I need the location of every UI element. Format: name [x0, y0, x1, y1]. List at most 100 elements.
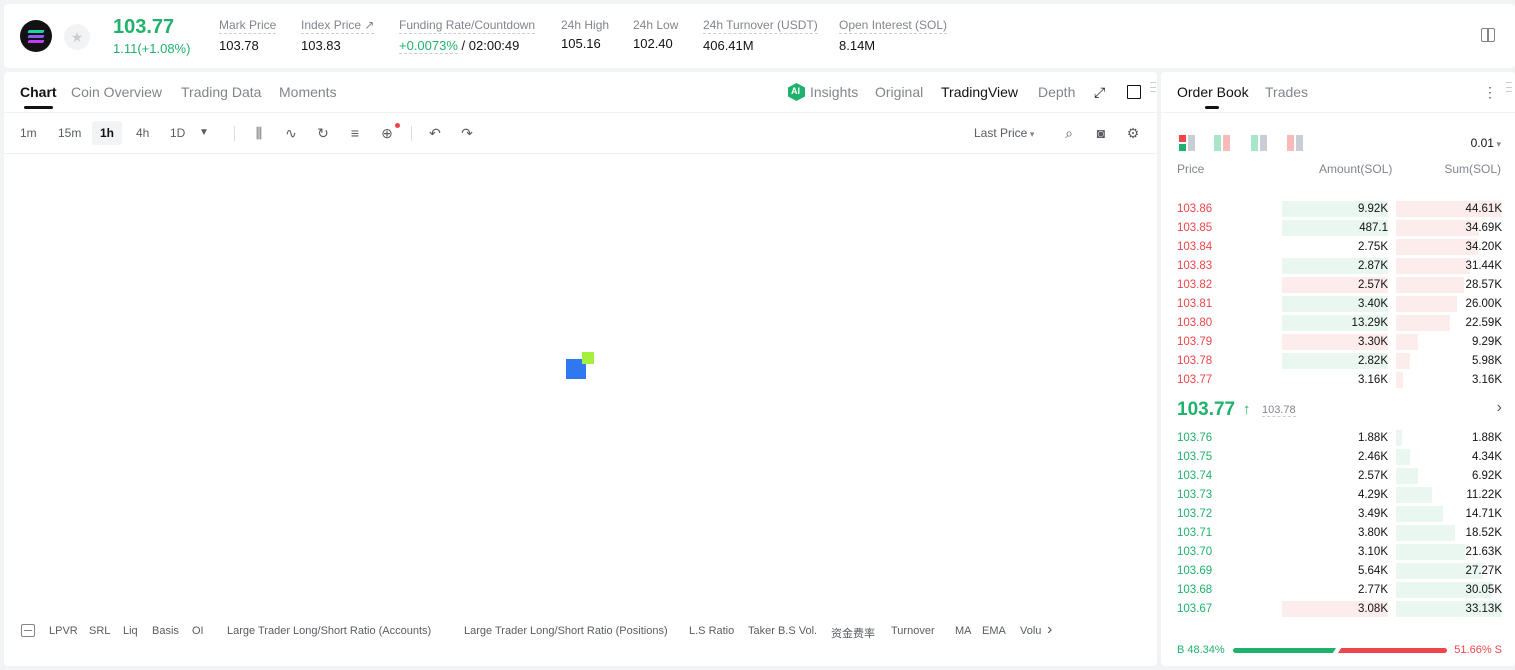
chevron-right-icon[interactable]: ›: [1497, 399, 1502, 417]
indicators-icon[interactable]: ∿: [283, 125, 299, 141]
ask-row[interactable]: 103.86 9.92K 44.61K: [1177, 200, 1502, 218]
tab-tradingview[interactable]: TradingView: [941, 84, 1018, 100]
bid-row[interactable]: 103.68 2.77K 30.05K: [1177, 581, 1502, 599]
row-amount: 2.75K: [1357, 241, 1388, 253]
bid-row[interactable]: 103.76 1.88K 1.88K: [1177, 429, 1502, 447]
book-icon[interactable]: [1481, 28, 1495, 42]
row-amount: 3.80K: [1357, 527, 1388, 539]
bid-row[interactable]: 103.67 3.08K 33.13K: [1177, 600, 1502, 618]
indicator-item[interactable]: Volu: [1020, 625, 1041, 637]
bid-row[interactable]: 103.69 5.64K 27.27K: [1177, 562, 1502, 580]
camera-icon[interactable]: ◙: [1093, 125, 1109, 141]
stat-label[interactable]: Mark Price: [219, 18, 277, 34]
price-source-select[interactable]: Last Price: [974, 126, 1034, 140]
gear-icon[interactable]: ⚙: [1125, 125, 1141, 141]
tab-coin-overview[interactable]: Coin Overview: [71, 84, 162, 100]
row-sum: 1.88K: [1471, 432, 1502, 444]
ask-row[interactable]: 103.79 3.30K 9.29K: [1177, 333, 1502, 351]
ask-row[interactable]: 103.85 487.1 34.69K: [1177, 219, 1502, 237]
view-both-icon[interactable]: [1179, 135, 1195, 151]
sum-depth-bar: [1396, 468, 1418, 484]
view-both-alt-icon[interactable]: [1214, 135, 1230, 151]
stat-24h-turnover: 24h Turnover (USDT) 406.41M: [703, 18, 818, 53]
indicator-item[interactable]: OI: [192, 625, 204, 637]
indicator-item[interactable]: Basis: [152, 625, 179, 637]
indicator-item[interactable]: Turnover: [891, 625, 935, 637]
chevron-right-icon[interactable]: ›: [1047, 621, 1052, 639]
sum-depth-bar: [1396, 353, 1410, 369]
timeframe-dropdown-icon[interactable]: ▼: [196, 125, 212, 141]
row-price: 103.69: [1177, 565, 1213, 577]
stat-label[interactable]: 24h Turnover (USDT): [703, 18, 818, 34]
ask-row[interactable]: 103.78 2.82K 5.98K: [1177, 352, 1502, 370]
ask-row[interactable]: 103.84 2.75K 34.20K: [1177, 238, 1502, 256]
redo-icon[interactable]: ↷: [459, 125, 475, 141]
stat-value: 103.83: [301, 38, 341, 53]
tab-original[interactable]: Original: [875, 84, 923, 100]
indicator-item[interactable]: Large Trader Long/Short Ratio (Accounts): [227, 625, 431, 637]
view-bids-icon[interactable]: [1251, 135, 1267, 151]
row-sum: 30.05K: [1465, 584, 1502, 596]
bid-row[interactable]: 103.73 4.29K 11.22K: [1177, 486, 1502, 504]
candlestick-icon[interactable]: ⫼: [251, 125, 267, 141]
more-vertical-icon[interactable]: ⋮: [1483, 84, 1497, 101]
timeframe-4h[interactable]: 4h: [128, 121, 157, 145]
bid-row[interactable]: 103.74 2.57K 6.92K: [1177, 467, 1502, 485]
favorite-star-icon[interactable]: ★: [64, 24, 90, 50]
tab-insights[interactable]: Insights: [810, 84, 858, 100]
tab-chart[interactable]: Chart: [20, 84, 57, 109]
ask-row[interactable]: 103.81 3.40K 26.00K: [1177, 295, 1502, 313]
indicator-item[interactable]: Liq: [123, 625, 138, 637]
indicator-item[interactable]: MA: [955, 625, 972, 637]
bid-row[interactable]: 103.75 2.46K 4.34K: [1177, 448, 1502, 466]
indicator-item[interactable]: Taker B.S Vol.: [748, 625, 817, 637]
row-price: 103.68: [1177, 584, 1213, 596]
panel-drag-handle-icon[interactable]: [1150, 82, 1156, 92]
indicator-item[interactable]: LPVR: [49, 625, 78, 637]
row-amount: 3.30K: [1357, 336, 1388, 348]
mid-mark-price: 103.78: [1262, 404, 1296, 417]
bid-row[interactable]: 103.71 3.80K 18.52K: [1177, 524, 1502, 542]
indicator-item[interactable]: Large Trader Long/Short Ratio (Positions…: [464, 625, 668, 637]
timeframe-1m[interactable]: 1m: [12, 121, 45, 145]
indicator-item[interactable]: SRL: [89, 625, 110, 637]
tab-trading-data[interactable]: Trading Data: [181, 84, 261, 100]
bid-row[interactable]: 103.72 3.49K 14.71K: [1177, 505, 1502, 523]
replay-icon[interactable]: ↻: [315, 125, 331, 141]
view-asks-icon[interactable]: [1287, 135, 1303, 151]
tab-trades[interactable]: Trades: [1265, 84, 1308, 100]
indicator-item[interactable]: L.S Ratio: [689, 625, 734, 637]
expand-icon[interactable]: ⤢: [1094, 85, 1108, 99]
tab-moments[interactable]: Moments: [279, 84, 337, 100]
ask-row[interactable]: 103.77 3.16K 3.16K: [1177, 371, 1502, 389]
search-icon[interactable]: ⌕: [1061, 125, 1077, 141]
row-amount: 4.29K: [1357, 489, 1388, 501]
stat-label[interactable]: Open Interest (SOL): [839, 18, 948, 34]
stat-label[interactable]: Funding Rate/Countdown: [399, 18, 536, 34]
tab-depth[interactable]: Depth: [1038, 84, 1075, 100]
undo-icon[interactable]: ↶: [427, 125, 443, 141]
window-icon[interactable]: [1127, 85, 1141, 99]
ask-row[interactable]: 103.82 2.57K 28.57K: [1177, 276, 1502, 294]
timeframe-1d[interactable]: 1D: [162, 121, 193, 145]
sum-depth-bar: [1396, 449, 1410, 465]
timeframe-15m[interactable]: 15m: [50, 121, 89, 145]
panel-drag-handle-icon[interactable]: [1506, 82, 1512, 92]
timeframe-1h[interactable]: 1h: [92, 121, 123, 145]
stat-label[interactable]: Index Price ↗: [301, 18, 375, 34]
tick-size-select[interactable]: 0.01: [1471, 136, 1501, 150]
templates-icon[interactable]: ≡: [347, 125, 363, 141]
row-price: 103.85: [1177, 222, 1213, 234]
row-sum: 34.69K: [1465, 222, 1502, 234]
calendar-icon[interactable]: [21, 624, 35, 637]
indicator-item[interactable]: EMA: [982, 625, 1006, 637]
tab-order-book[interactable]: Order Book: [1177, 84, 1249, 109]
ask-row[interactable]: 103.80 13.29K 22.59K: [1177, 314, 1502, 332]
row-price: 103.79: [1177, 336, 1213, 348]
bid-row[interactable]: 103.70 3.10K 21.63K: [1177, 543, 1502, 561]
indicator-item[interactable]: 资金费率: [831, 625, 875, 641]
ask-row[interactable]: 103.83 2.87K 31.44K: [1177, 257, 1502, 275]
add-alert-icon[interactable]: ⊕: [379, 125, 395, 141]
row-amount: 1.88K: [1357, 432, 1388, 444]
row-sum: 34.20K: [1465, 241, 1502, 253]
